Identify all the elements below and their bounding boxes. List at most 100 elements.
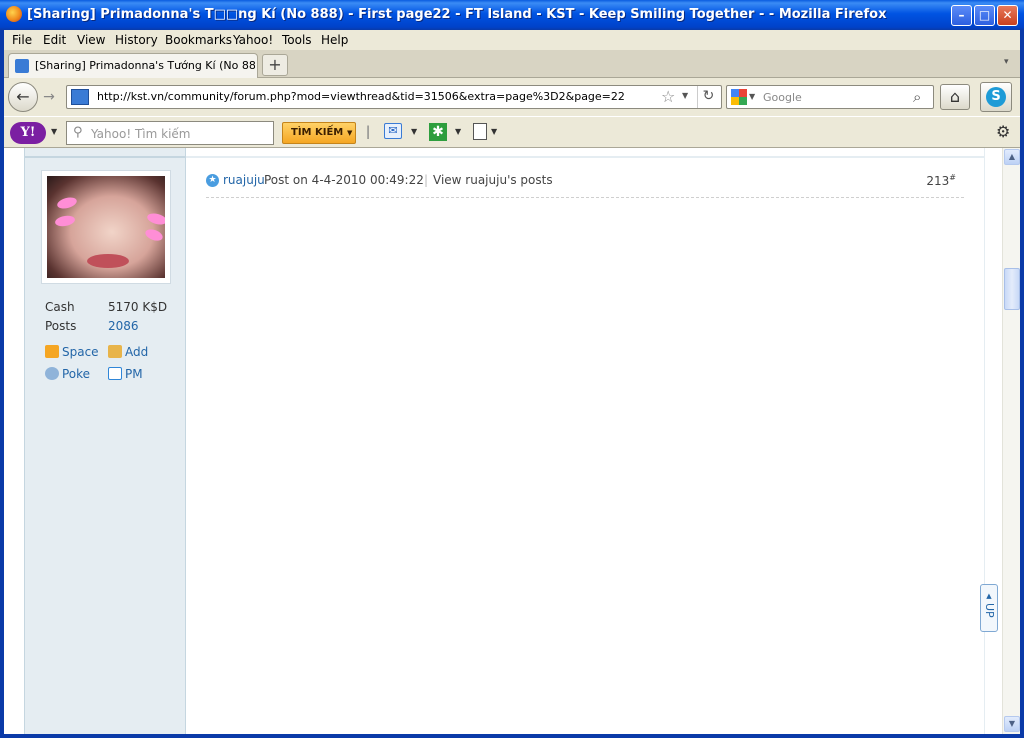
yahoo-search-input[interactable]: ⚲ Yahoo! Tìm kiếm: [66, 121, 274, 145]
post-author-sidebar: Cash 5170 K$D Posts 2086 Space Add Poke …: [24, 148, 187, 734]
tab-active[interactable]: [Sharing] Primadonna's Tướng Kí (No 888)…: [8, 53, 258, 78]
tab-bar: [Sharing] Primadonna's Tướng Kí (No 888)…: [4, 50, 1020, 78]
menu-file[interactable]: File: [12, 33, 32, 47]
pm-link[interactable]: PM: [108, 367, 143, 381]
menu-view[interactable]: View: [77, 33, 105, 47]
yahoo-toolbar: Y! ▼ ⚲ Yahoo! Tìm kiếm TÌM KIẾM ▼ ǀ ✉ ▼ …: [4, 116, 1020, 148]
floor-sup: #: [949, 173, 956, 182]
posts-value[interactable]: 2086: [108, 319, 139, 333]
reload-button[interactable]: ↻: [697, 86, 719, 108]
vertical-scrollbar[interactable]: ▲ ▼: [1002, 148, 1020, 734]
toolbar-separator-icon: ǀ: [366, 124, 371, 140]
scrollbar-thumb[interactable]: [1004, 268, 1020, 310]
envelope-icon: [108, 367, 122, 380]
new-tab-button[interactable]: +: [262, 54, 288, 76]
page-viewport: Cash 5170 K$D Posts 2086 Space Add Poke …: [4, 148, 1002, 734]
yahoo-document-icon[interactable]: [473, 123, 487, 140]
avatar-blush: [56, 195, 78, 211]
yahoo-settings-gear-icon[interactable]: ⚙: [996, 122, 1010, 141]
yahoo-search-button[interactable]: TÌM KIẾM ▼: [282, 122, 356, 144]
poke-link-label: Poke: [62, 367, 91, 381]
search-magnifier-icon[interactable]: ⌕: [913, 88, 921, 106]
yahoo-widget-icon[interactable]: ✱: [429, 123, 447, 141]
post-author-link[interactable]: ruajuju: [223, 173, 265, 187]
yahoo-search-button-label: TÌM KIẾM: [291, 127, 344, 138]
firefox-icon: [6, 6, 22, 22]
home-icon: [45, 345, 59, 358]
scroll-down-button[interactable]: ▼: [1004, 716, 1020, 732]
post-divider: [186, 148, 984, 158]
page-left-margin: [4, 148, 24, 734]
yahoo-mail-icon[interactable]: ✉: [384, 123, 402, 139]
menu-bookmarks[interactable]: Bookmarks: [165, 33, 232, 47]
yahoo-logo-icon[interactable]: Y!: [10, 122, 46, 144]
scroll-up-button[interactable]: ▲: [1004, 149, 1020, 165]
window-title: [Sharing] Primadonna's T□□ng Kí (No 888)…: [27, 7, 887, 22]
site-favicon-icon: [15, 59, 29, 73]
home-button[interactable]: ⌂: [940, 84, 970, 110]
url-history-dropdown-icon[interactable]: ▼: [682, 91, 688, 100]
maximize-button[interactable]: □: [974, 5, 995, 26]
navigation-bar: ← → http://kst.vn/community/forum.php?mo…: [4, 78, 1020, 116]
scroll-to-top-button[interactable]: ▲ UP: [980, 584, 998, 632]
window-frame-bottom: [0, 734, 1024, 738]
handshake-icon: [108, 345, 122, 358]
window-frame-left: [0, 30, 4, 738]
poke-link[interactable]: Poke: [45, 367, 90, 381]
add-friend-link-label: Add: [125, 345, 149, 359]
search-input[interactable]: Google: [763, 91, 802, 104]
space-link-label: Space: [62, 345, 99, 359]
yahoo-document-dropdown-icon[interactable]: ▼: [491, 127, 497, 136]
avatar-blush: [146, 211, 165, 227]
tab-label: [Sharing] Primadonna's Tướng Kí (No 888)…: [35, 59, 255, 72]
yahoo-search-dropdown-icon[interactable]: ▼: [347, 123, 352, 143]
tab-list-chevron-icon[interactable]: ▾: [1004, 57, 1009, 67]
url-bar[interactable]: http://kst.vn/community/forum.php?mod=vi…: [66, 85, 722, 109]
url-text[interactable]: http://kst.vn/community/forum.php?mod=vi…: [97, 90, 625, 103]
search-bar[interactable]: ▼ Google ⌕: [726, 85, 934, 109]
online-status-icon: ★: [206, 174, 219, 187]
yahoo-search-placeholder: Yahoo! Tìm kiếm: [91, 127, 191, 141]
view-author-posts-link[interactable]: View ruajuju's posts: [433, 173, 553, 187]
menu-history[interactable]: History: [115, 33, 158, 47]
window-frame-right: [1020, 30, 1024, 738]
avatar-image[interactable]: [47, 176, 165, 278]
avatar-lips: [87, 254, 129, 268]
yahoo-search-icon: ⚲: [73, 125, 83, 140]
cash-label: Cash: [45, 300, 75, 314]
header-separator: |: [424, 173, 429, 187]
yahoo-widget-dropdown-icon[interactable]: ▼: [455, 127, 461, 136]
up-arrow-icon: ▲: [986, 592, 992, 600]
space-link[interactable]: Space: [45, 345, 99, 359]
cash-value: 5170 K$D: [108, 300, 168, 314]
back-button[interactable]: ←: [8, 82, 38, 112]
right-gutter: [984, 148, 1002, 734]
forward-button[interactable]: →: [39, 88, 59, 108]
skype-button[interactable]: S: [980, 82, 1012, 112]
menu-tools[interactable]: Tools: [282, 33, 312, 47]
post-content-area: ★ ruajuju Post on 4-4-2010 00:49:22 | Vi…: [186, 148, 984, 734]
avatar-blush: [54, 214, 76, 228]
skype-icon: S: [986, 87, 1006, 107]
post-floor-number[interactable]: 213#: [926, 173, 956, 188]
close-button[interactable]: ✕: [997, 5, 1018, 26]
google-icon[interactable]: [731, 89, 747, 105]
poke-icon: [45, 367, 59, 380]
bookmark-star-icon[interactable]: ☆: [661, 87, 675, 106]
yahoo-menu-dropdown-icon[interactable]: ▼: [51, 127, 57, 136]
post-header: ★ ruajuju Post on 4-4-2010 00:49:22 | Vi…: [206, 172, 964, 198]
site-identity-icon[interactable]: [71, 89, 89, 105]
menu-yahoo[interactable]: Yahoo!: [233, 33, 273, 47]
floor-number: 213: [926, 174, 950, 188]
yahoo-mail-dropdown-icon[interactable]: ▼: [411, 127, 417, 136]
menu-edit[interactable]: Edit: [43, 33, 66, 47]
minimize-button[interactable]: –: [951, 5, 972, 26]
sidebar-divider: [25, 148, 187, 158]
search-engine-dropdown-icon[interactable]: ▼: [749, 92, 755, 101]
pm-link-label: PM: [125, 367, 143, 381]
menu-bar: File Edit View History Bookmarks Yahoo! …: [4, 30, 1020, 50]
avatar-blush: [143, 227, 165, 243]
avatar[interactable]: [41, 170, 171, 284]
menu-help[interactable]: Help: [321, 33, 348, 47]
add-friend-link[interactable]: Add: [108, 345, 148, 359]
